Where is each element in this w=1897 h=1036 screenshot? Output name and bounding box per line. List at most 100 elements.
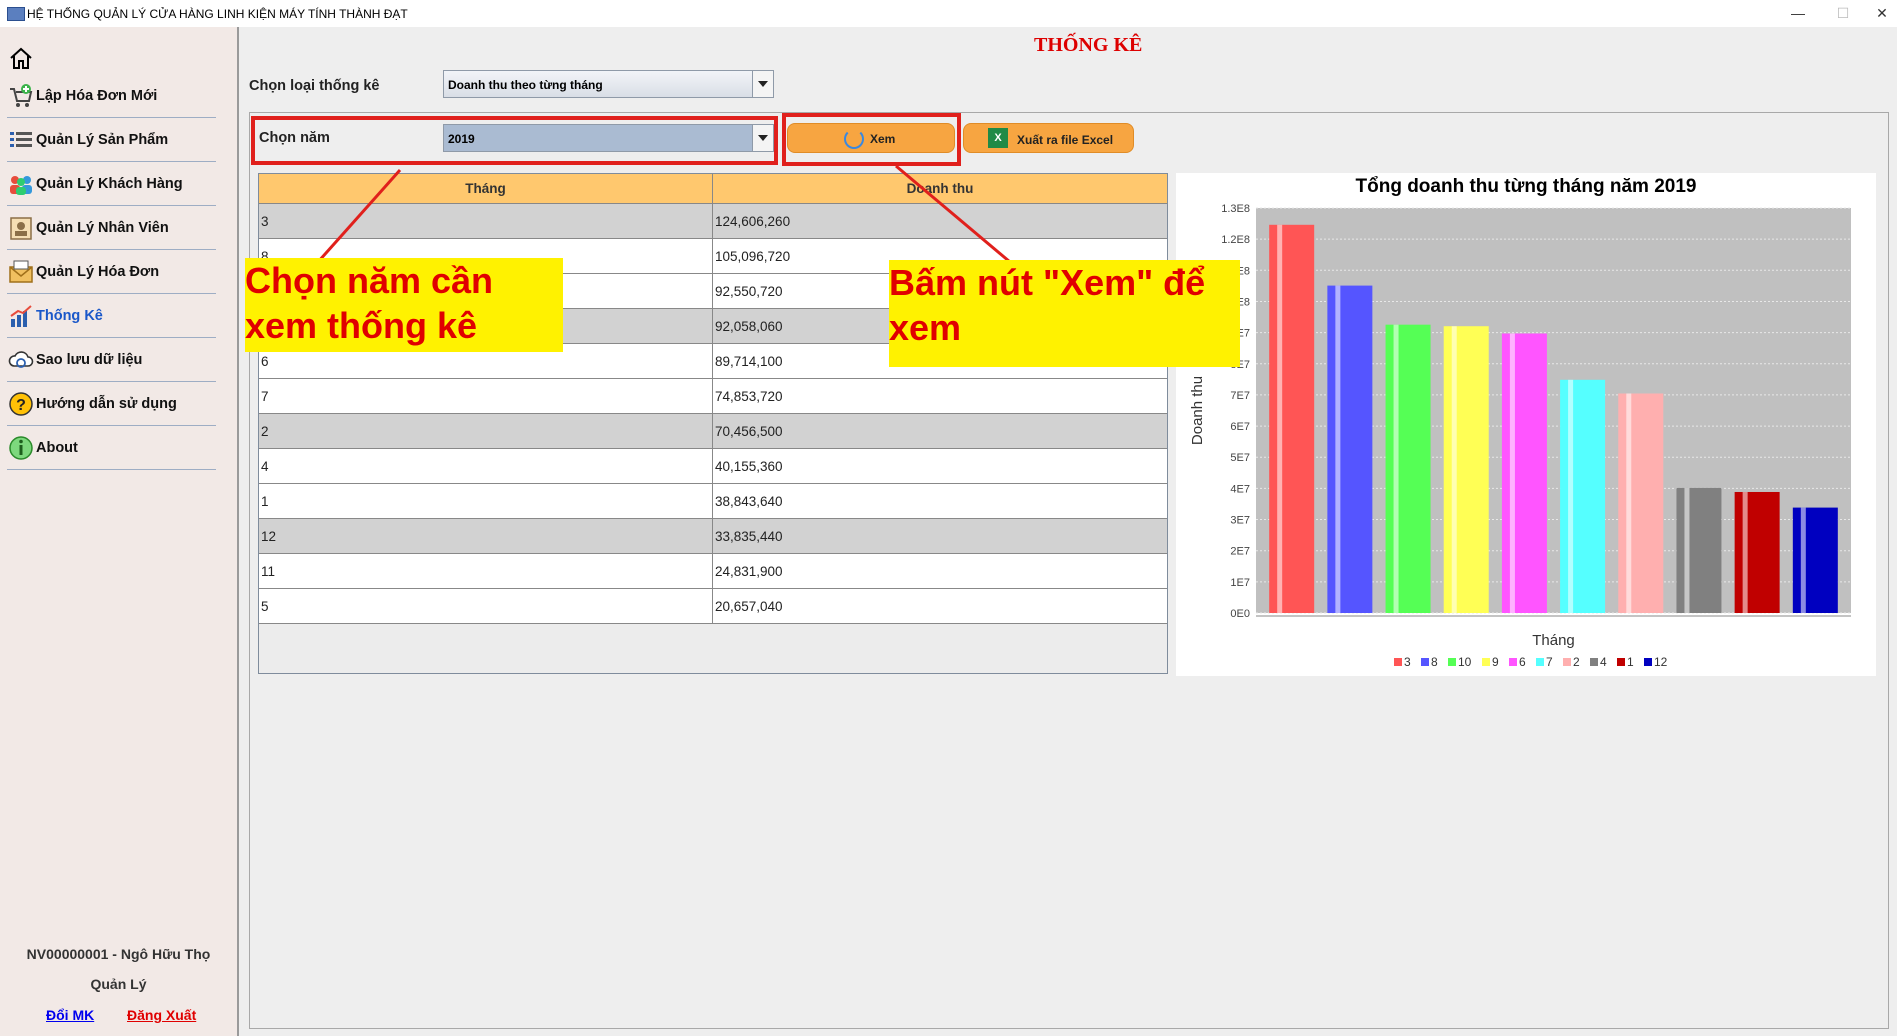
table-row[interactable]: 1 38,843,640 bbox=[259, 484, 1167, 519]
backup-icon bbox=[8, 351, 34, 368]
y-tick-label: 6E7 bbox=[1230, 421, 1250, 433]
maximize-button[interactable]: ☐ bbox=[1831, 3, 1855, 23]
bar-3 bbox=[1269, 224, 1315, 613]
bar-highlight bbox=[1800, 507, 1806, 613]
table-row[interactable]: 2 70,456,500 bbox=[259, 414, 1167, 449]
svg-text:?: ? bbox=[16, 397, 26, 414]
bar-7 bbox=[1560, 379, 1606, 613]
legend-entry: 1 bbox=[1627, 655, 1634, 669]
sidebar-item-help[interactable]: ? Hướng dẫn sử dụng bbox=[7, 381, 216, 426]
cell-revenue: 70,456,500 bbox=[715, 424, 783, 439]
legend-swatch bbox=[1482, 658, 1490, 666]
bar-highlight bbox=[1393, 324, 1399, 613]
legend-swatch bbox=[1563, 658, 1571, 666]
page-title: THỐNG KÊ bbox=[1034, 34, 1143, 56]
y-tick-label: 0E0 bbox=[1230, 608, 1250, 620]
bar-highlight bbox=[1451, 326, 1457, 613]
excel-icon: X bbox=[988, 128, 1008, 148]
legend-entry: 8 bbox=[1431, 655, 1438, 669]
cell-month: 4 bbox=[259, 449, 713, 483]
chart-canvas: 0E01E72E73E74E75E76E77E78E79E71E81.1E81.… bbox=[1189, 203, 1851, 669]
cell-month: 1 bbox=[259, 484, 713, 518]
sidebar-item-products[interactable]: Quản Lý Sản Phẩm bbox=[7, 117, 216, 162]
legend-swatch bbox=[1421, 658, 1429, 666]
revenue-chart: 0E01E72E73E74E75E76E77E78E79E71E81.1E81.… bbox=[1176, 173, 1876, 676]
sidebar-item-label: Quản Lý Sản Phẩm bbox=[36, 132, 169, 148]
window-title: HỆ THỐNG QUẢN LÝ CỬA HÀNG LINH KIỆN MÁY … bbox=[27, 7, 408, 21]
bar-highlight bbox=[1335, 285, 1341, 613]
bill-icon bbox=[9, 260, 33, 283]
change-password-link[interactable]: Đổi MK bbox=[46, 1007, 94, 1023]
legend-swatch bbox=[1394, 658, 1402, 666]
cell-revenue: 124,606,260 bbox=[715, 214, 791, 229]
table-row[interactable]: 3 124,606,260 bbox=[259, 204, 1167, 239]
sidebar-item-label: Quản Lý Khách Hàng bbox=[36, 176, 183, 192]
statistics-icon bbox=[10, 305, 32, 327]
table-row[interactable]: 11 24,831,900 bbox=[259, 554, 1167, 589]
export-excel-label: Xuất ra file Excel bbox=[1017, 133, 1114, 147]
statistic-type-value: Doanh thu theo từng tháng bbox=[448, 78, 603, 92]
bar-highlight bbox=[1509, 333, 1515, 613]
sidebar-item-label: Lập Hóa Đơn Mới bbox=[36, 88, 158, 104]
help-icon: ? bbox=[9, 392, 33, 416]
user-name: NV00000001 - Ngô Hữu Thọ bbox=[26, 946, 211, 962]
table-row[interactable]: 4 40,155,360 bbox=[259, 449, 1167, 484]
legend-swatch bbox=[1536, 658, 1544, 666]
table-row[interactable]: 5 20,657,040 bbox=[259, 589, 1167, 624]
home-button[interactable] bbox=[8, 45, 34, 71]
statistic-type-label: Chọn loại thống kê bbox=[249, 78, 380, 94]
statistic-type-select[interactable]: Doanh thu theo từng tháng bbox=[443, 70, 774, 98]
bar-6 bbox=[1501, 333, 1547, 613]
logout-link[interactable]: Đăng Xuất bbox=[127, 1007, 196, 1023]
cell-revenue: 74,853,720 bbox=[715, 389, 783, 404]
chevron-down-icon[interactable] bbox=[752, 71, 773, 97]
cell-month: 3 bbox=[259, 204, 713, 238]
export-excel-button[interactable]: X Xuất ra file Excel bbox=[963, 123, 1134, 153]
table-row[interactable]: 12 33,835,440 bbox=[259, 519, 1167, 554]
window-title-bar: HỆ THỐNG QUẢN LÝ CỬA HÀNG LINH KIỆN MÁY … bbox=[0, 0, 1897, 27]
bar-highlight bbox=[1742, 491, 1748, 613]
sidebar-item-label: Hướng dẫn sử dụng bbox=[36, 396, 177, 412]
legend-entry: 6 bbox=[1519, 655, 1526, 669]
legend-entry: 4 bbox=[1600, 655, 1607, 669]
bar-10 bbox=[1385, 324, 1431, 613]
column-header-revenue[interactable]: Doanh thu bbox=[713, 174, 1167, 203]
column-header-month[interactable]: Tháng bbox=[259, 174, 713, 203]
table-header: Tháng Doanh thu bbox=[259, 174, 1167, 204]
sidebar-item-label: About bbox=[36, 440, 78, 456]
sidebar-item-about[interactable]: About bbox=[7, 425, 216, 470]
cell-revenue: 24,831,900 bbox=[715, 564, 783, 579]
home-icon bbox=[10, 47, 32, 69]
customers-icon bbox=[10, 176, 32, 195]
legend-swatch bbox=[1644, 658, 1652, 666]
cell-month: 7 bbox=[259, 379, 713, 413]
y-tick-label: 2E7 bbox=[1230, 546, 1250, 558]
sidebar-item-customers[interactable]: Quản Lý Khách Hàng bbox=[7, 161, 216, 206]
minimize-button[interactable]: — bbox=[1786, 3, 1810, 23]
sidebar-item-employees[interactable]: Quản Lý Nhân Viên bbox=[7, 205, 216, 250]
callout-press-view: Bấm nút "Xem" để xem bbox=[889, 260, 1240, 367]
sidebar-item-new-invoice[interactable]: Lập Hóa Đơn Mới bbox=[7, 73, 216, 118]
sidebar-item-label: Quản Lý Nhân Viên bbox=[36, 220, 169, 236]
user-role: Quản Lý bbox=[90, 976, 147, 992]
sidebar-item-backup[interactable]: Sao lưu dữ liệu bbox=[7, 337, 216, 382]
legend-entry: 12 bbox=[1654, 655, 1668, 669]
y-tick-label: 4E7 bbox=[1230, 483, 1250, 495]
bar-1 bbox=[1734, 491, 1780, 613]
bar-highlight bbox=[1684, 487, 1690, 613]
legend-entry: 10 bbox=[1458, 655, 1472, 669]
y-tick-label: 1E7 bbox=[1230, 577, 1250, 589]
legend-swatch bbox=[1509, 658, 1517, 666]
sidebar-item-label: Sao lưu dữ liệu bbox=[36, 352, 143, 368]
table-row[interactable]: 7 74,853,720 bbox=[259, 379, 1167, 414]
bar-9 bbox=[1443, 326, 1489, 613]
chart-title: Tổng doanh thu từng tháng năm 2019 bbox=[1355, 176, 1697, 197]
cell-revenue: 33,835,440 bbox=[715, 529, 783, 544]
cart-icon bbox=[10, 84, 33, 107]
close-button[interactable]: ✕ bbox=[1870, 3, 1894, 23]
y-tick-label: 3E7 bbox=[1230, 515, 1250, 527]
sidebar-item-statistics[interactable]: Thống Kê bbox=[7, 293, 216, 338]
x-axis-label: Tháng bbox=[1532, 632, 1575, 649]
sidebar-item-invoices[interactable]: Quản Lý Hóa Đơn bbox=[7, 249, 216, 294]
revenue-table[interactable]: Tháng Doanh thu 3 124,606,260 8 105,096,72… bbox=[258, 173, 1168, 674]
